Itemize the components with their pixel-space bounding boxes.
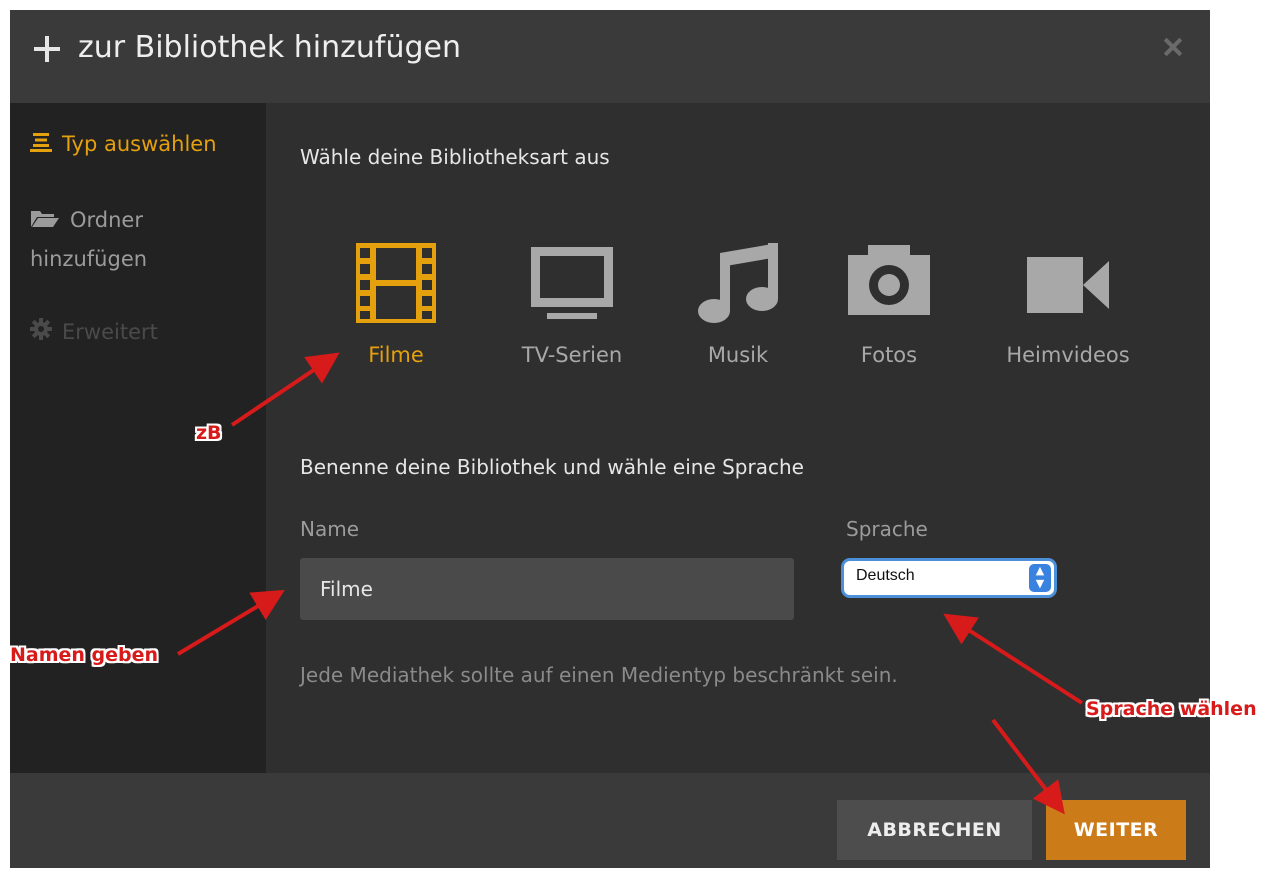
camera-icon bbox=[848, 245, 930, 315]
dialog-footer: ABBRECHEN WEITER bbox=[10, 773, 1210, 868]
type-label: TV-Serien bbox=[521, 343, 623, 367]
sidebar-item-advanced: Erweitert bbox=[30, 313, 158, 352]
dialog-header: zur Bibliothek hinzufügen bbox=[10, 10, 1210, 103]
music-icon bbox=[698, 243, 778, 323]
sidebar: Typ auswählen Ordner hinzufügen Erweiter… bbox=[10, 103, 266, 773]
annotation-name: Namen geben bbox=[10, 644, 159, 666]
chevron-up-down-icon: ▲ ▼ bbox=[1029, 564, 1051, 592]
sidebar-item-label: Erweitert bbox=[62, 320, 158, 344]
type-tv-serien[interactable]: TV-Serien bbox=[502, 243, 642, 383]
language-select-value: Deutsch bbox=[856, 567, 915, 584]
type-filme[interactable]: Filme bbox=[326, 243, 466, 383]
annotation-language: Sprache wählen bbox=[1086, 698, 1257, 720]
next-button[interactable]: WEITER bbox=[1046, 800, 1186, 860]
close-icon[interactable] bbox=[1158, 34, 1188, 64]
hint-text: Jede Mediathek sollte auf einen Medienty… bbox=[300, 663, 898, 687]
sidebar-item-label: Typ auswählen bbox=[62, 132, 217, 156]
gear-icon bbox=[30, 314, 52, 352]
sidebar-item-type[interactable]: Typ auswählen bbox=[30, 125, 217, 164]
type-label: Heimvideos bbox=[1006, 343, 1130, 367]
type-label: Filme bbox=[368, 343, 424, 367]
cancel-button[interactable]: ABBRECHEN bbox=[837, 800, 1032, 860]
section-heading: Wähle deine Bibliotheksart aus bbox=[300, 145, 610, 169]
annotation-example: zB bbox=[196, 422, 222, 444]
list-icon bbox=[30, 126, 52, 164]
tv-icon bbox=[531, 247, 613, 319]
language-select[interactable]: Deutsch ▲ ▼ bbox=[844, 561, 1054, 595]
plus-icon bbox=[30, 32, 64, 66]
type-heimvideos[interactable]: Heimvideos bbox=[998, 243, 1138, 383]
language-label: Sprache bbox=[846, 517, 928, 541]
video-camera-icon bbox=[1027, 257, 1109, 313]
type-label: Fotos bbox=[860, 343, 918, 367]
folder-icon bbox=[30, 202, 60, 240]
name-label: Name bbox=[300, 517, 360, 541]
sidebar-item-folders[interactable]: Ordner hinzufügen bbox=[30, 201, 250, 278]
type-fotos[interactable]: Fotos bbox=[819, 243, 959, 383]
main-content: Wähle deine Bibliotheksart aus Filme TV-… bbox=[266, 103, 1210, 773]
film-icon bbox=[356, 243, 436, 323]
add-library-dialog: zur Bibliothek hinzufügen Typ auswählen … bbox=[10, 10, 1210, 868]
dialog-title: zur Bibliothek hinzufügen bbox=[78, 30, 461, 65]
library-name-input[interactable] bbox=[300, 558, 794, 620]
name-section-heading: Benenne deine Bibliothek und wähle eine … bbox=[300, 455, 804, 479]
type-label: Musik bbox=[707, 343, 769, 367]
type-musik[interactable]: Musik bbox=[668, 243, 808, 383]
